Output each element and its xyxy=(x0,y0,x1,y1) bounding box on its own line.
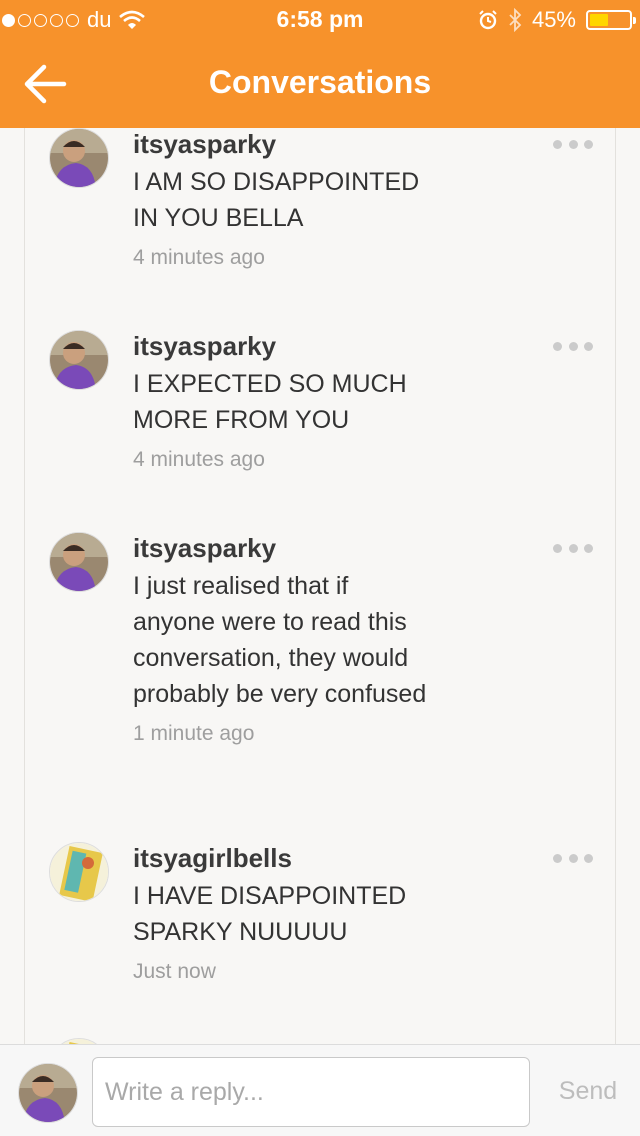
send-button[interactable]: Send xyxy=(548,1077,628,1106)
current-user-avatar xyxy=(18,1063,78,1123)
message-username[interactable]: itsyasparky xyxy=(133,128,433,160)
message-text: I AM SO DISAPPOINTED IN YOU BELLA xyxy=(133,168,420,232)
message-body: itsyasparky I EXPECTED SO MUCH MORE FROM… xyxy=(133,330,433,472)
page-title: Conversations xyxy=(208,64,432,100)
reply-composer: Send xyxy=(0,1044,640,1136)
app-header: du 6:58 pm 45% Conversations xyxy=(0,0,640,128)
battery-icon xyxy=(586,10,636,30)
more-options-button[interactable] xyxy=(553,134,593,154)
message-text: I HAVE DISAPPOINTED SPARKY NUUUUU xyxy=(133,882,407,946)
nav-bar: Conversations xyxy=(0,40,640,128)
status-bar: du 6:58 pm 45% xyxy=(0,0,640,40)
ellipsis-icon xyxy=(553,341,562,351)
message-timestamp: 1 minute ago xyxy=(133,722,255,745)
ellipsis-icon xyxy=(553,853,562,863)
message-username[interactable]: itsyagirlbells xyxy=(133,842,433,874)
message-text: I EXPECTED SO MUCH MORE FROM YOU xyxy=(133,370,407,434)
message-body: itsyagirlbells I HAVE DISAPPOINTED SPARK… xyxy=(133,842,433,984)
message-username[interactable]: itsyasparky xyxy=(133,532,433,564)
avatar[interactable] xyxy=(49,330,109,390)
message-timestamp: 4 minutes ago xyxy=(133,448,265,471)
message-body: itsyasparky I AM SO DISAPPOINTED IN YOU … xyxy=(133,128,433,270)
more-options-button[interactable] xyxy=(553,538,593,558)
ellipsis-icon xyxy=(553,543,562,553)
battery-percent: 45% xyxy=(531,7,576,32)
message-text: I just realised that if anyone were to r… xyxy=(133,572,427,708)
more-options-button[interactable] xyxy=(553,848,593,868)
message-timestamp: 4 minutes ago xyxy=(133,246,265,269)
reply-input[interactable] xyxy=(92,1057,530,1127)
alarm-icon xyxy=(479,10,497,30)
message-body: itsyasparky I just realised that if anyo… xyxy=(133,532,433,746)
avatar[interactable] xyxy=(49,842,109,902)
avatar[interactable] xyxy=(49,128,109,188)
conversation-thread[interactable]: itsyasparky I AM SO DISAPPOINTED IN YOU … xyxy=(24,128,616,1044)
more-options-button[interactable] xyxy=(553,336,593,356)
ellipsis-icon xyxy=(553,139,562,149)
message-username[interactable]: itsyasparky xyxy=(133,330,433,362)
message-timestamp: Just now xyxy=(133,960,216,983)
status-right: 45% xyxy=(478,7,636,33)
bluetooth-icon xyxy=(509,8,522,32)
avatar[interactable] xyxy=(49,532,109,592)
